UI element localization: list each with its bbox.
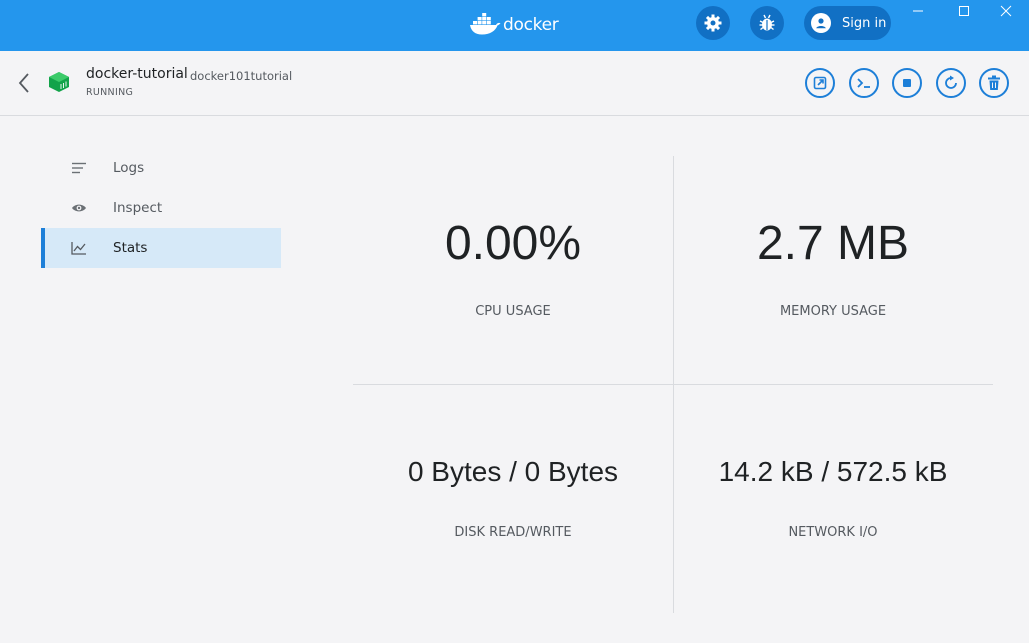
container-image-name: docker101tutorial [190, 69, 293, 83]
container-name: docker-tutorial [86, 66, 188, 82]
open-in-browser-button[interactable] [805, 68, 835, 98]
grid-divider-horizontal [353, 384, 993, 385]
docker-whale-icon [470, 13, 501, 35]
cpu-usage-value: 0.00% [444, 217, 582, 270]
container-icon [48, 71, 70, 97]
restart-button[interactable] [936, 68, 966, 98]
sidebar-item-label: Inspect [113, 200, 163, 216]
user-avatar-icon [811, 13, 831, 33]
sidebar-item-inspect[interactable]: Inspect [41, 188, 281, 228]
sidebar-item-label: Logs [113, 160, 145, 176]
gear-icon [704, 14, 722, 32]
brand-name: docker [503, 15, 559, 35]
container-sidebar: Logs Inspect Stats [41, 148, 281, 268]
stop-button[interactable] [892, 68, 922, 98]
eye-icon [71, 200, 87, 216]
docker-logo: docker [469, 11, 559, 37]
minimize-button[interactable] [895, 0, 941, 22]
container-header: docker-tutorial docker101tutorial RUNNIN… [0, 51, 1029, 116]
sidebar-item-logs[interactable]: Logs [41, 148, 281, 188]
title-bar: docker Sign in [0, 0, 1029, 51]
settings-button[interactable] [696, 6, 730, 40]
close-icon [1000, 5, 1012, 17]
delete-button[interactable] [979, 68, 1009, 98]
memory-usage-label: MEMORY USAGE [779, 304, 887, 319]
bug-icon [759, 14, 775, 31]
close-window-button[interactable] [983, 0, 1029, 22]
memory-usage-value: 2.7 MB [756, 217, 910, 270]
restart-icon [945, 75, 957, 89]
cpu-usage-label: CPU USAGE [475, 304, 551, 319]
back-button[interactable] [12, 69, 36, 97]
sidebar-item-stats[interactable]: Stats [41, 228, 281, 268]
stop-icon [903, 79, 911, 87]
maximize-button[interactable] [941, 0, 987, 22]
minimize-icon [913, 10, 923, 12]
network-io-label: NETWORK I/O [788, 525, 878, 540]
cli-button[interactable] [849, 68, 879, 98]
open-external-icon [813, 76, 827, 90]
sidebar-item-label: Stats [113, 240, 148, 256]
maximize-icon [959, 6, 969, 16]
chart-line-icon [71, 240, 87, 256]
terminal-icon [857, 78, 870, 88]
lines-icon [71, 160, 87, 176]
sign-in-label: Sign in [842, 15, 887, 31]
troubleshoot-button[interactable] [750, 6, 784, 40]
container-status: RUNNING [86, 87, 134, 98]
network-io-value: 14.2 kB / 572.5 kB [718, 456, 948, 487]
disk-read-write-value: 0 Bytes / 0 Bytes [407, 456, 619, 487]
disk-read-write-label: DISK READ/WRITE [454, 525, 572, 540]
chevron-left-icon [18, 73, 29, 93]
sign-in-button[interactable]: Sign in [804, 6, 891, 40]
trash-icon [988, 75, 1000, 90]
